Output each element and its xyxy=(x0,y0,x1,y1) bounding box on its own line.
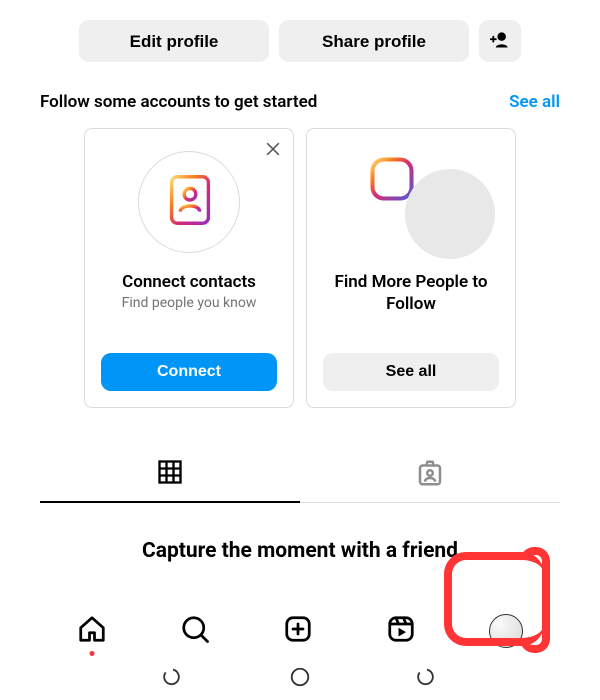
find-people-card: Find More People to Follow See all xyxy=(306,128,516,408)
recent-apps-icon xyxy=(162,673,184,692)
avatar-placeholder-icon xyxy=(405,169,495,259)
add-user-icon xyxy=(490,30,510,53)
edit-profile-button[interactable]: Edit profile xyxy=(79,20,269,62)
discover-section-title: Follow some accounts to get started xyxy=(40,92,317,112)
search-icon xyxy=(180,614,210,648)
notification-dot-icon xyxy=(89,651,94,656)
home-icon xyxy=(77,614,107,648)
bottom-nav xyxy=(0,604,600,658)
discover-people-button[interactable] xyxy=(479,20,521,62)
system-back-button[interactable] xyxy=(416,666,438,692)
close-card-button[interactable] xyxy=(263,139,283,163)
share-profile-button[interactable]: Share profile xyxy=(279,20,469,62)
see-all-link[interactable]: See all xyxy=(509,92,560,112)
system-recent-button[interactable] xyxy=(162,666,184,692)
create-nav[interactable] xyxy=(283,614,313,648)
search-nav[interactable] xyxy=(180,614,210,648)
see-all-button[interactable]: See all xyxy=(323,353,499,391)
tagged-icon xyxy=(415,458,445,492)
home-nav[interactable] xyxy=(77,614,107,648)
capture-prompt-text: Capture the moment with a friend xyxy=(40,539,560,563)
system-home-button[interactable] xyxy=(289,666,311,692)
grid-tab[interactable] xyxy=(40,448,300,503)
close-icon xyxy=(263,144,283,163)
card-subtitle: Find people you know xyxy=(122,295,257,311)
instagram-icon-circle xyxy=(360,151,462,253)
contacts-book-icon xyxy=(158,169,220,235)
back-icon xyxy=(416,673,438,692)
reels-icon xyxy=(386,614,416,648)
profile-avatar-icon xyxy=(489,614,523,648)
connect-contacts-card: Connect contacts Find people you know Co… xyxy=(84,128,294,408)
profile-nav[interactable] xyxy=(489,614,523,648)
connect-button[interactable]: Connect xyxy=(101,353,277,391)
plus-square-icon xyxy=(283,614,313,648)
system-nav xyxy=(0,662,600,696)
card-title: Find More People to Follow xyxy=(323,271,499,315)
contacts-icon-circle xyxy=(138,151,240,253)
circle-icon xyxy=(289,673,311,692)
tagged-tab[interactable] xyxy=(300,448,560,502)
reels-nav[interactable] xyxy=(386,614,416,648)
card-title: Connect contacts xyxy=(122,271,256,293)
grid-icon xyxy=(156,458,184,491)
